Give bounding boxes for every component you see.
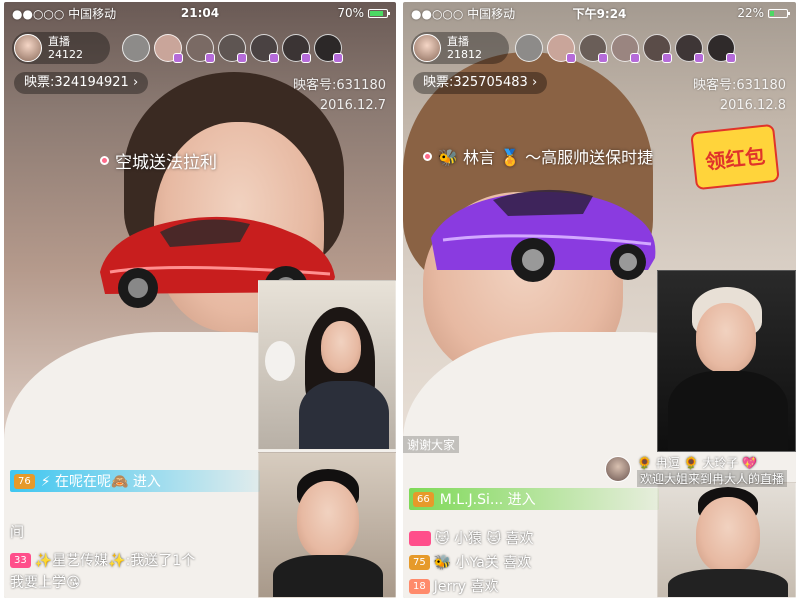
red-packet-sticker[interactable]: 领红包 [690,123,780,191]
clock: 21:04 [180,6,220,20]
guest-video-1[interactable] [657,270,796,452]
red-packet-label: 领红包 [704,143,767,174]
chat-message-text: 间 [10,525,24,541]
viewer-avatar-list[interactable] [515,34,736,63]
status-bar: ●●○○○ 中国移动 下午9:24 22% [403,2,796,24]
stream-date: 2016.12.7 [319,98,386,113]
user-level-badge: 33 [10,552,31,568]
chat-message-text: ✨星艺传媒✨:我送了1个 [34,553,196,569]
user-enter-banner: 66 M.L.J.Si... 进入 [409,488,659,510]
clock: 下午9:24 [572,6,627,21]
welcome-message: 欢迎大姐来到冉大人的直播 [637,470,788,487]
user-level-badge [409,530,431,546]
chat-message: 🐱 小猿 🐱 喜欢 [409,528,534,548]
chat-message: 我要上学😘 [10,572,81,592]
welcome-names: 🌻 冉逗 🌻 大玲子 💖 [637,456,758,470]
guest-video-1[interactable] [258,280,396,450]
host-live-label: 直播 [447,35,469,48]
chat-message-text: 🐱 小猿 🐱 喜欢 [435,531,534,547]
chat-message: 间 [10,522,24,542]
room-info: 映客号:631180 2016.12.8 [693,76,786,116]
gift-caption-text: 空城送法拉利 [115,153,217,173]
stream-date: 2016.12.8 [719,98,786,113]
gift-caption: 空城送法拉利 [100,148,217,173]
host-viewer-count: 21812 [447,48,482,61]
live-stream-screen-left: ●●○○○ 中国移动 21:04 70% 直播 24122 映票:3241949… [4,2,396,598]
user-enter-text: ⚡ 在呢在呢🙈 进入 [40,474,161,490]
chat-message-text: 🐝 小Ya关 喜欢 [433,555,532,571]
battery-icon [768,8,790,18]
room-id: 映客号:631180 [292,78,386,93]
user-enter-text: M.L.J.Si... 进入 [439,492,536,508]
live-stream-screen-right: ●●○○○ 中国移动 下午9:24 22% 直播 21812 映票:325705… [403,2,796,598]
chat-message-text: 我要上学😘 [10,575,81,591]
battery-icon [368,8,390,18]
gift-dot-icon [100,156,109,165]
host-avatar[interactable] [413,34,441,62]
chat-message: 75 🐝 小Ya关 喜欢 [409,552,531,572]
guest-video-2[interactable] [657,482,796,598]
host-chip[interactable]: 直播 21812 [411,32,509,64]
user-level-badge: 18 [409,578,430,594]
room-id: 映客号:631180 [692,78,786,93]
viewer-avatar[interactable] [314,34,343,63]
viewer-avatar[interactable] [675,34,704,63]
viewer-avatar[interactable] [282,34,311,63]
sports-car-gift-icon [431,189,656,282]
viewer-avatar[interactable] [547,34,576,63]
chat-message: 33 ✨星艺传媒✨:我送了1个 [10,550,195,570]
welcome-avatar[interactable] [605,456,631,482]
room-info: 映客号:631180 2016.12.7 [293,76,386,116]
ticket-counter[interactable]: 映票:324194921 › [14,72,149,94]
host-live-label: 直播 [48,35,70,48]
host-viewer-count: 24122 [48,48,83,61]
viewer-avatar[interactable] [611,34,640,63]
user-level-badge: 75 [409,554,430,570]
user-level-badge: 76 [14,473,35,489]
gift-dot-icon [423,151,432,161]
chat-message: 18 Jerry 喜欢 [409,576,498,596]
gift-caption-text: 🐝 林言 🏅 ～高服帅送保时捷 [438,148,654,167]
viewer-avatar[interactable] [643,34,672,63]
viewer-avatar[interactable] [154,34,183,63]
viewer-avatar[interactable] [515,34,543,62]
thanks-label: 谢谢大家 [403,436,460,453]
user-level-badge: 66 [413,491,434,507]
chat-message-text: Jerry 喜欢 [433,579,499,595]
viewer-avatar-list[interactable] [122,34,343,63]
viewer-avatar[interactable] [707,34,736,63]
ticket-counter[interactable]: 映票:325705483 › [413,72,548,94]
viewer-avatar[interactable] [122,34,150,62]
gift-caption: 🐝 林言 🏅 ～高服帅送保时捷 [423,144,653,168]
viewer-avatar[interactable] [186,34,215,63]
viewer-avatar[interactable] [218,34,247,63]
guest-video-2[interactable] [258,452,396,598]
viewer-avatar[interactable] [579,34,608,63]
viewer-avatar[interactable] [250,34,279,63]
host-chip[interactable]: 直播 24122 [12,32,110,64]
user-enter-banner: 76 ⚡ 在呢在呢🙈 进入 [10,470,260,492]
host-avatar[interactable] [14,34,42,62]
status-bar: ●●○○○ 中国移动 21:04 70% [4,2,396,24]
